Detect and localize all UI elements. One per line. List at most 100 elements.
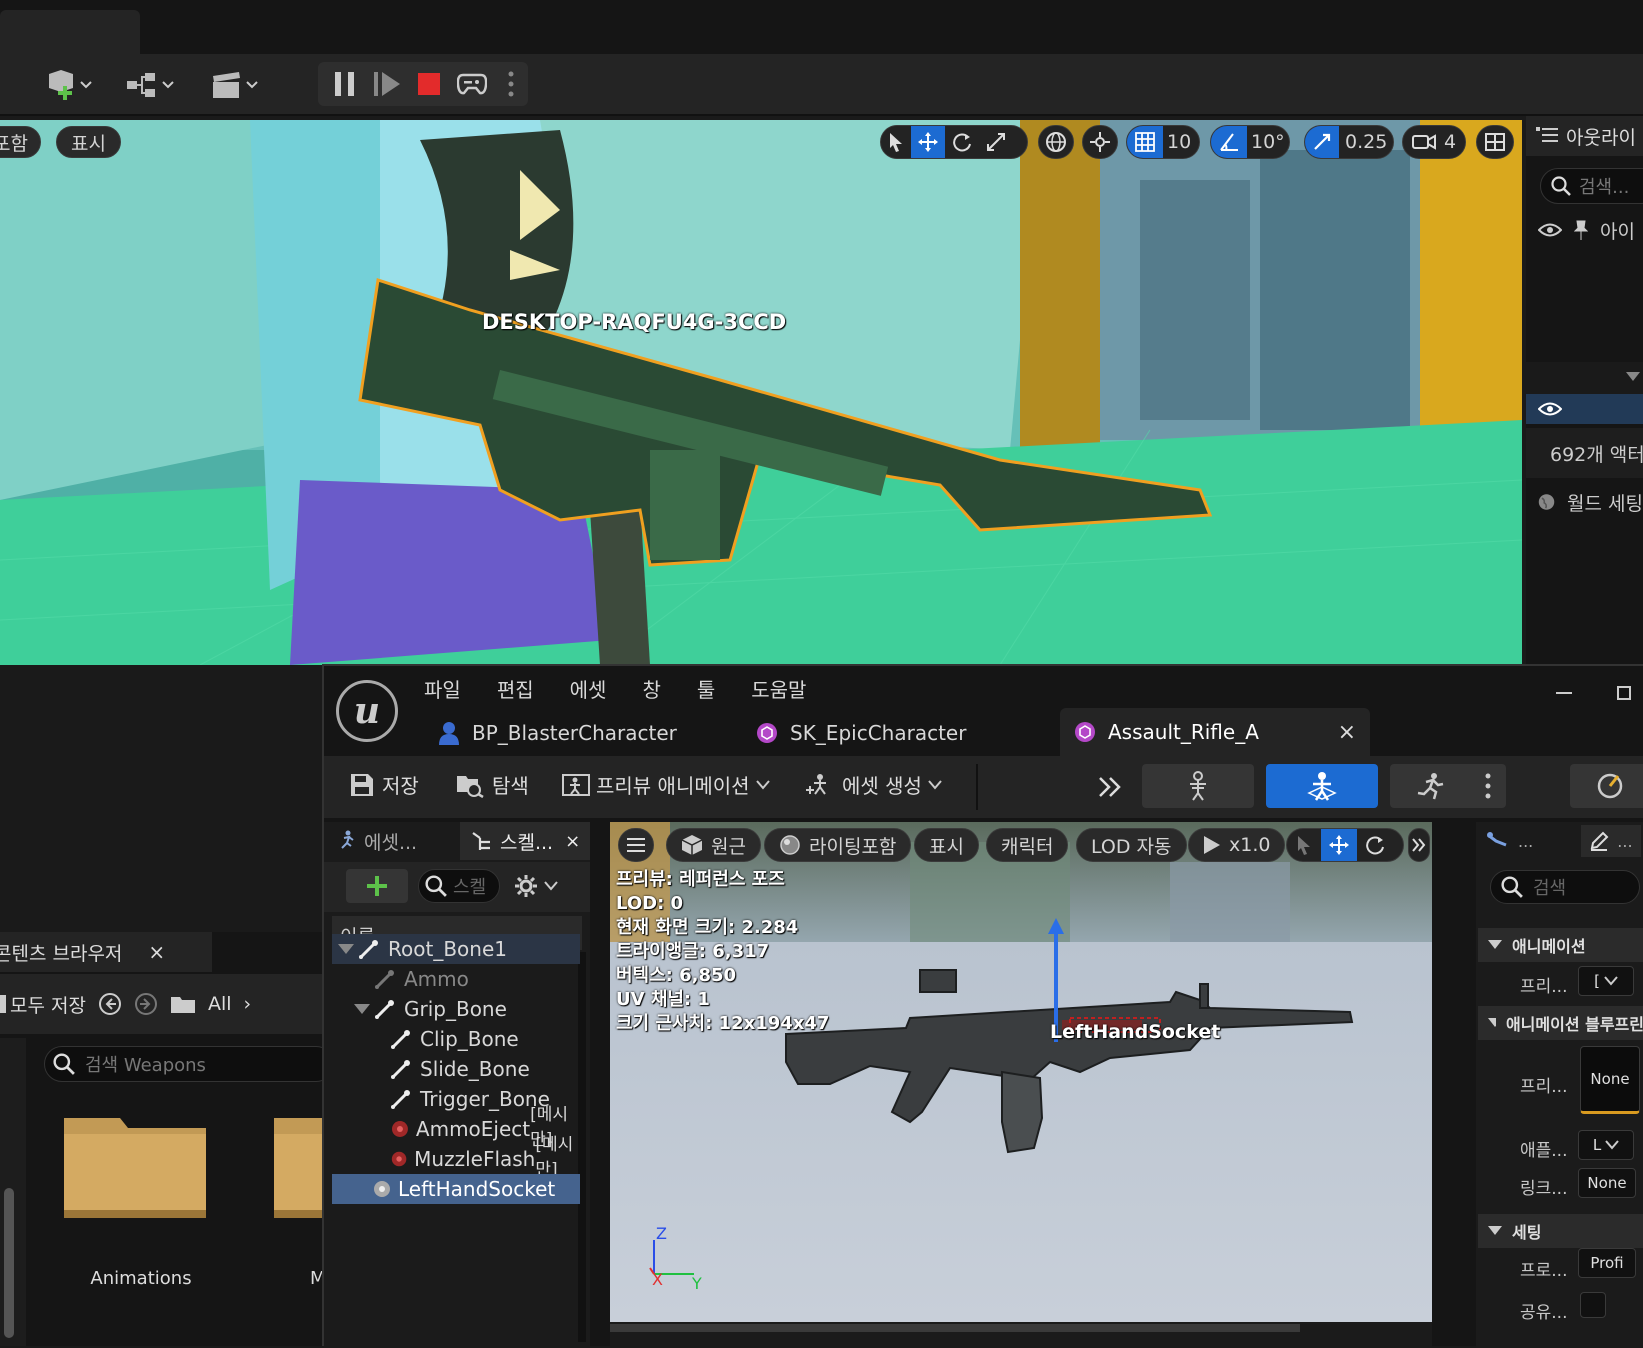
move-tool[interactable] [911, 126, 945, 158]
close-icon[interactable]: × [148, 940, 165, 964]
viewport-pill-show[interactable]: 표시 [56, 126, 121, 158]
animation-mode-button[interactable] [1390, 764, 1470, 808]
viewport-pill-lit[interactable]: 포함 [0, 126, 41, 158]
skeleton-search[interactable]: 스켈 [418, 869, 500, 903]
back-arrow-icon[interactable] [98, 992, 122, 1016]
step-button[interactable] [370, 67, 404, 101]
cinematics-button[interactable] [204, 66, 268, 104]
menu-tools[interactable]: 툴 [697, 674, 715, 703]
mesh-mode-button[interactable] [1266, 764, 1378, 808]
grid-snap-value[interactable]: 10 [1163, 131, 1195, 153]
browse-button[interactable]: 탐색 [456, 770, 529, 799]
lighting-button[interactable]: 라이팅포함 [764, 828, 912, 862]
path-root[interactable]: All [208, 993, 232, 1015]
apply-dropdown[interactable]: L [1578, 1130, 1634, 1160]
folder-tile-partial[interactable]: M [270, 1112, 322, 1312]
save-all-button[interactable]: 모두 저장 [0, 991, 86, 1018]
forward-arrow-icon[interactable] [134, 992, 158, 1016]
viewport-layout-button[interactable] [1476, 125, 1514, 159]
menu-file[interactable]: 파일 [424, 674, 461, 703]
close-icon[interactable]: × [1338, 720, 1356, 745]
preview-animation-button[interactable]: 프리뷰 애니메이션 [562, 770, 770, 799]
rotation-snap[interactable]: 10° [1210, 125, 1290, 159]
perspective-button[interactable]: 원근 [666, 828, 761, 862]
visibility-eye-icon[interactable] [1538, 223, 1562, 237]
preview-asset-thumbnail[interactable]: None [1580, 1046, 1640, 1114]
content-browser-tab[interactable]: 콘텐츠 브라우저 × [0, 932, 212, 972]
rotate-tool[interactable] [1357, 829, 1393, 861]
playback-speed-button[interactable]: x1.0 [1188, 828, 1286, 862]
bone-row-slide[interactable]: Slide_Bone [332, 1054, 580, 1084]
tree-expand-arrow-icon[interactable] [336, 942, 356, 956]
preview-toolbar-overflow[interactable] [1408, 828, 1430, 862]
category-anim-blueprint[interactable]: 애니메이션 블루프린 [1478, 1006, 1643, 1040]
tab-asset-details[interactable]: 에셋... [324, 822, 456, 860]
tab-details[interactable]: ... [1581, 825, 1641, 857]
bone-row-grip[interactable]: Grip_Bone [332, 994, 580, 1024]
toolbar-overflow-button[interactable] [1090, 768, 1130, 806]
skeleton-mode-button[interactable] [1142, 764, 1254, 808]
bone-row-root[interactable]: Root_Bone1 [332, 934, 580, 964]
camera-speed-value[interactable]: 4 [1444, 131, 1456, 153]
scale-tool[interactable] [979, 126, 1013, 158]
world-local-toggle[interactable] [1038, 125, 1074, 159]
pause-button[interactable] [328, 67, 362, 101]
sources-scrollbar[interactable] [4, 1188, 14, 1338]
move-tool[interactable] [1321, 829, 1357, 861]
socket-row-left-hand[interactable]: LeftHandSocket [332, 1174, 580, 1204]
category-settings[interactable]: 세팅 [1478, 1214, 1643, 1248]
grid-snap-toggle[interactable] [1127, 126, 1163, 158]
character-button[interactable]: 캐릭터 [986, 828, 1069, 862]
tab-skeleton-tree[interactable]: 스켈... × [460, 822, 590, 860]
menu-help[interactable]: 도움말 [751, 674, 806, 703]
possess-button[interactable] [452, 67, 492, 101]
show-button[interactable]: 표시 [914, 828, 979, 862]
more-play-options[interactable] [502, 67, 520, 101]
surface-snap-toggle[interactable] [1082, 125, 1118, 159]
menu-asset[interactable]: 에셋 [570, 674, 607, 703]
skeleton-settings-button[interactable] [514, 874, 558, 898]
camera-speed[interactable]: 4 [1402, 125, 1466, 159]
outliner-selected-row[interactable] [1526, 394, 1643, 424]
blueprint-button[interactable] [120, 66, 184, 104]
add-bone-button[interactable] [346, 869, 408, 903]
level-viewport[interactable]: 포함 표시 DESKTOP-RAQFU4G-3CCD 10 10° 0.25 4 [0, 120, 1522, 665]
profile-value[interactable]: Profi [1578, 1248, 1636, 1278]
scale-snap-value[interactable]: 0.25 [1339, 131, 1393, 153]
socket-row-muzzle-flash[interactable]: MuzzleFlash [메시만] [332, 1135, 590, 1180]
tab-assault-rifle-a[interactable]: Assault_Rifle_A × [1060, 708, 1370, 756]
tree-expand-arrow-icon[interactable] [352, 1002, 372, 1016]
rotation-snap-toggle[interactable] [1211, 126, 1247, 158]
unreal-logo[interactable]: u [336, 680, 398, 742]
folder-tile-animations[interactable]: Animations [60, 1112, 220, 1312]
menu-edit[interactable]: 편집 [497, 674, 534, 703]
outliner-search[interactable]: 검색... [1540, 168, 1643, 204]
scale-snap[interactable]: 0.25 [1304, 125, 1394, 159]
visibility-eye-icon[interactable] [1538, 402, 1562, 416]
bone-row-clip[interactable]: Clip_Bone [332, 1024, 580, 1054]
save-button[interactable]: 저장 [350, 770, 419, 799]
preview-dropdown[interactable]: [ [1578, 966, 1634, 996]
tab-sk-epic-character[interactable]: SK_EpicCharacter [742, 710, 980, 756]
create-asset-button[interactable]: 에셋 생성 [806, 770, 942, 799]
add-actor-button[interactable] [38, 66, 102, 104]
rotate-tool[interactable] [945, 126, 979, 158]
level-tab[interactable] [0, 10, 140, 54]
content-search[interactable]: 검색 Weapons [44, 1046, 322, 1082]
preview-viewport[interactable]: 원근 라이팅포함 표시 캐릭터 LOD 자동 x1.0 프리뷰: 레퍼런스 포즈… [610, 822, 1432, 1348]
world-settings-button[interactable]: 월드 세팅 [1526, 482, 1643, 522]
stop-button[interactable] [412, 67, 446, 101]
minimize-button[interactable] [1544, 678, 1584, 708]
physics-mode-button[interactable] [1570, 764, 1643, 808]
modes-more-button[interactable] [1470, 764, 1506, 808]
grid-snap[interactable]: 10 [1126, 125, 1200, 159]
tab-bp-blaster-character[interactable]: BP_BlasterCharacter [424, 710, 691, 756]
category-animation[interactable]: 애니메이션 [1478, 928, 1643, 962]
select-tool[interactable] [881, 126, 911, 158]
pin-icon[interactable] [1574, 220, 1588, 240]
maximize-button[interactable] [1604, 678, 1643, 708]
menu-window[interactable]: 창 [642, 674, 660, 703]
rotation-snap-value[interactable]: 10° [1247, 131, 1289, 153]
select-tool[interactable] [1287, 829, 1321, 861]
preview-menu-button[interactable] [618, 828, 654, 862]
